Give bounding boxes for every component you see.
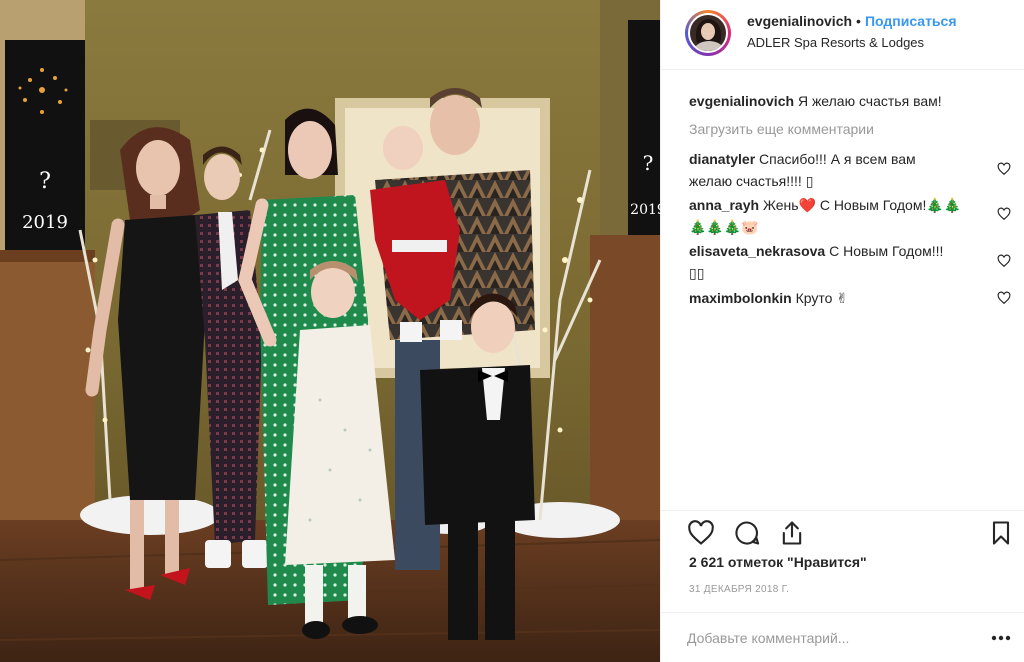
comment-username-link[interactable]: elisaveta_nekrasova xyxy=(689,243,825,259)
comment-username-link[interactable]: maximbolonkin xyxy=(689,290,792,306)
bookmark-icon[interactable] xyxy=(987,519,1015,547)
comment-item: maximbolonkin Круто ✌ xyxy=(689,287,989,309)
comment-text-continued: 🎄🎄🎄🐷 xyxy=(689,219,759,235)
caption: evgenialinovich Я желаю счастья вам! xyxy=(689,90,989,112)
comment-item: anna_rayh Жень❤️ С Новым Годом!🎄🎄 🎄🎄🎄🐷 xyxy=(689,194,989,238)
caption-username-link[interactable]: evgenialinovich xyxy=(689,93,794,109)
poster-right-mark: ? xyxy=(643,151,654,175)
header-username-row: evgenialinovich • Подписаться xyxy=(747,13,957,29)
comment-text-continued: желаю счастья!!!! ▯ xyxy=(689,173,814,189)
comment-text: Спасибо!!! А я всем вам xyxy=(759,151,916,167)
comment-username-link[interactable]: dianatyler xyxy=(689,151,755,167)
like-comment-heart-icon[interactable] xyxy=(997,162,1011,176)
likes-count[interactable]: 2 621 отметок "Нравится" xyxy=(689,554,867,570)
comment-text: С Новым Годом!!! xyxy=(829,243,944,259)
heart-icon[interactable] xyxy=(687,519,715,547)
comment-username-link[interactable]: anna_rayh xyxy=(689,197,759,213)
comment-item: dianatyler Спасибо!!! А я всем вам желаю… xyxy=(689,148,989,192)
add-comment-bar xyxy=(661,612,1024,662)
avatar[interactable] xyxy=(688,13,728,53)
post-details-panel: evgenialinovich • Подписаться ADLER Spa Re… xyxy=(660,0,1024,662)
avatar-story-ring[interactable] xyxy=(685,10,731,56)
poster-left-year: 2019 xyxy=(22,212,68,233)
post-date[interactable]: 31 ДЕКАБРЯ 2018 Г. xyxy=(689,584,789,595)
like-comment-heart-icon[interactable] xyxy=(997,291,1011,305)
comments-section: evgenialinovich Я желаю счастья вам! Заг… xyxy=(661,70,1024,510)
caption-text: Я желаю счастья вам! xyxy=(797,93,942,109)
location-link[interactable]: ADLER Spa Resorts & Lodges xyxy=(747,35,924,50)
comment-input[interactable] xyxy=(687,627,957,649)
comment-item: elisaveta_nekrasova С Новым Годом!!! ▯▯ xyxy=(689,240,989,284)
comment-text: Круто ✌ xyxy=(795,290,849,306)
header-username-link[interactable]: evgenialinovich xyxy=(747,13,852,29)
post-actions-bar xyxy=(661,510,1024,550)
comment-icon[interactable] xyxy=(733,519,761,547)
post-header: evgenialinovich • Подписаться ADLER Spa Re… xyxy=(661,0,1024,70)
comment-text-continued: ▯▯ xyxy=(689,265,705,281)
avatar-face xyxy=(701,23,715,40)
more-icon[interactable] xyxy=(991,635,1011,641)
poster-right-year: 2019 xyxy=(630,202,660,218)
comment-text: Жень❤️ С Новым Годом!🎄🎄 xyxy=(762,197,962,213)
share-icon[interactable] xyxy=(778,519,806,547)
like-comment-heart-icon[interactable] xyxy=(997,254,1011,268)
header-separator: • xyxy=(856,13,861,29)
family-photo-illustration: ? 2019 ? 2019 xyxy=(0,0,660,662)
load-more-comments-button[interactable]: Загрузить еще комментарии xyxy=(689,121,874,137)
post-photo[interactable]: ? 2019 ? 2019 xyxy=(0,0,660,662)
poster-left-mark: ? xyxy=(39,169,51,194)
follow-button[interactable]: Подписаться xyxy=(865,13,957,29)
like-comment-heart-icon[interactable] xyxy=(997,207,1011,221)
